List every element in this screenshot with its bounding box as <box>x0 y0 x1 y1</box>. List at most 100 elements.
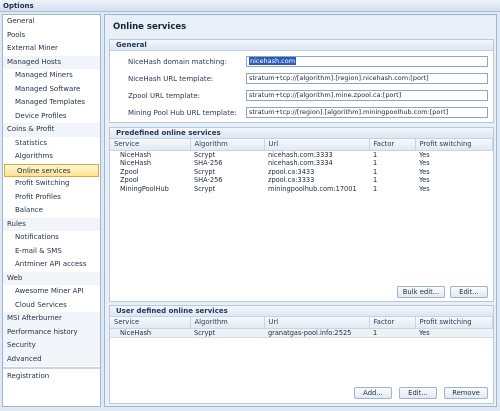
predefined-table-cell: 1 <box>373 176 378 185</box>
sidebar-item-algorithms[interactable]: Algorithms <box>3 150 100 164</box>
user-defined-column-header[interactable]: Profit switching <box>415 317 493 329</box>
predefined-table-cell: NiceHash <box>120 150 152 159</box>
predefined-column-header[interactable]: Factor <box>369 139 416 151</box>
sidebar-item-general[interactable]: General <box>3 15 100 29</box>
user-defined-section-header: User defined online services <box>110 306 493 317</box>
user-defined-table-cell: Yes <box>415 327 493 339</box>
predefined-table-cell: Zpool <box>120 167 139 176</box>
sidebar-item-device-profiles[interactable]: Device Profiles <box>3 110 100 124</box>
predefined-section: Predefined online services Service Algori… <box>109 127 494 302</box>
user-defined-table-cell: granatgas-pool.info:2525 <box>264 327 369 339</box>
sidebar-item-notifications[interactable]: Notifications <box>3 231 100 245</box>
sidebar-item-balance[interactable]: Balance <box>3 204 100 218</box>
predefined-table-cell: 1 <box>373 159 378 168</box>
nicehash-domain-value: nicehash.com <box>249 57 297 65</box>
sidebar-item-profit-profiles[interactable]: Profit Profiles <box>3 191 100 205</box>
predefined-table-cell: Yes <box>419 159 430 168</box>
user-defined-column-header[interactable]: Url <box>264 317 370 329</box>
add-button[interactable]: Add... <box>354 387 392 399</box>
user-defined-table-cell: Scrypt <box>190 327 264 339</box>
user-edit-button[interactable]: Edit... <box>399 387 437 399</box>
predefined-table-row[interactable]: MiningPoolHub Scrypt miningpoolhub.com:170… <box>110 185 493 194</box>
predefined-table-cell: Zpool <box>120 176 139 185</box>
predefined-table-cell: zpool.ca:3433 <box>268 167 315 176</box>
user-defined-table-cell: NiceHash <box>110 327 190 339</box>
sidebar-item-profit-switching[interactable]: Profit Switching <box>3 177 100 191</box>
predefined-services-table: Service Algorithm Url Factor Profit switchin… <box>110 139 493 193</box>
predefined-table-cell: Yes <box>419 167 430 176</box>
user-defined-column-header[interactable]: Service <box>110 317 191 329</box>
zpool-url-input[interactable]: stratum+tcp://[algorithm].mine.zpool.ca:… <box>246 90 488 101</box>
predefined-table-cell: Yes <box>419 150 430 159</box>
sidebar-item-managed-software[interactable]: Managed Software <box>3 83 100 97</box>
sidebar-item-e-mail-sms[interactable]: E-mail & SMS <box>3 245 100 259</box>
predefined-table-cell: nicehash.com:3333 <box>268 150 333 159</box>
sidebar-item-antminer-api-access[interactable]: Antminer API access <box>3 258 100 272</box>
sidebar-item-managed-hosts[interactable]: Managed Hosts <box>3 55 100 69</box>
predefined-column-header[interactable]: Service <box>110 139 191 151</box>
user-defined-table-row[interactable]: NiceHash Scrypt granatgas-pool.info:2525 1 Y… <box>110 327 493 339</box>
sidebar-item-security[interactable]: Security <box>3 339 100 353</box>
user-defined-column-header[interactable]: Algorithm <box>190 317 265 329</box>
predefined-table-cell: SHA-256 <box>194 159 223 168</box>
predefined-table-cell: Scrypt <box>194 167 216 176</box>
sidebar-item-pools[interactable]: Pools <box>3 29 100 43</box>
predefined-table-cell: Yes <box>419 176 430 185</box>
predefined-table-cell: Scrypt <box>194 184 216 193</box>
bulk-edit-button[interactable]: Bulk edit... <box>397 286 445 298</box>
miningpoolhub-url-input[interactable]: stratum+tcp://[region].[algorithm].minin… <box>246 107 488 118</box>
zpool-url-label: Zpool URL template: <box>128 92 201 100</box>
sidebar-separator <box>3 367 100 369</box>
predefined-table-cell: Yes <box>419 184 430 193</box>
nicehash-url-label: NiceHash URL template: <box>128 75 214 83</box>
nicehash-url-row: NiceHash URL template: stratum+tcp://[al… <box>110 73 495 85</box>
predefined-column-header[interactable]: Profit switching <box>415 139 493 151</box>
predefined-table-row[interactable]: Zpool SHA-256 zpool.ca:3333 1 Yes <box>110 176 493 185</box>
general-section-header: General <box>110 40 493 51</box>
sidebar-item-statistics[interactable]: Statistics <box>3 137 100 151</box>
main-content: Online services General NiceHash domain … <box>104 14 497 407</box>
miningpoolhub-url-label: Mining Pool Hub URL template: <box>128 109 237 117</box>
predefined-table-cell: MiningPoolHub <box>120 184 169 193</box>
predefined-table-cell: miningpoolhub.com:17001 <box>268 184 357 193</box>
window-title: Options <box>0 0 500 12</box>
predefined-table-row[interactable]: NiceHash SHA-256 nicehash.com:3334 1 Yes <box>110 159 493 168</box>
predefined-table-cell: 1 <box>373 167 378 176</box>
sidebar-item-msi-afterburner[interactable]: MSI Afterburner <box>3 312 100 326</box>
sidebar-item-advanced[interactable]: Advanced <box>3 352 100 366</box>
zpool-url-row: Zpool URL template: stratum+tcp://[algor… <box>110 90 495 102</box>
predefined-table-cell: SHA-256 <box>194 176 223 185</box>
sidebar-item-registration[interactable]: Registration <box>3 370 100 384</box>
remove-button[interactable]: Remove <box>444 387 488 399</box>
sidebar-item-performance-history[interactable]: Performance history <box>3 325 100 339</box>
predefined-table-cell: nicehash.com:3334 <box>268 159 333 168</box>
sidebar-item-rules[interactable]: Rules <box>3 217 100 231</box>
predefined-table-cell: zpool.ca:3333 <box>268 176 315 185</box>
sidebar-item-managed-miners[interactable]: Managed Miners <box>3 69 100 83</box>
predefined-section-header: Predefined online services <box>110 128 493 139</box>
predefined-table-row[interactable]: NiceHash Scrypt nicehash.com:3333 1 Yes <box>110 150 493 159</box>
user-defined-column-header[interactable]: Factor <box>369 317 416 329</box>
predefined-table-cell: NiceHash <box>120 159 152 168</box>
predefined-column-header[interactable]: Algorithm <box>190 139 265 151</box>
general-section: General NiceHash domain matching: niceha… <box>109 39 494 123</box>
nicehash-domain-row: NiceHash domain matching: nicehash.com <box>110 56 495 68</box>
predefined-table-cell: Scrypt <box>194 150 216 159</box>
sidebar-item-coins-profit[interactable]: Coins & Profit <box>3 123 100 137</box>
predefined-table-row[interactable]: Zpool Scrypt zpool.ca:3433 1 Yes <box>110 168 493 177</box>
predefined-edit-button[interactable]: Edit... <box>450 286 488 298</box>
predefined-table-cell: 1 <box>373 150 378 159</box>
options-sidebar: General Pools External Miner Managed Hosts M… <box>2 14 101 407</box>
user-defined-table-cell: 1 <box>369 327 415 339</box>
predefined-column-header[interactable]: Url <box>264 139 370 151</box>
sidebar-item-managed-templates[interactable]: Managed Templates <box>3 96 100 110</box>
sidebar-item-web[interactable]: Web <box>3 271 100 285</box>
page-title: Online services <box>113 22 187 32</box>
sidebar-item-external-miner[interactable]: External Miner <box>3 42 100 56</box>
nicehash-domain-input[interactable]: nicehash.com <box>246 56 488 67</box>
sidebar-item-awesome-miner-api[interactable]: Awesome Miner API <box>3 285 100 299</box>
user-defined-services-table: Service Algorithm Url Factor Profit switchin… <box>110 317 493 339</box>
sidebar-item-online-services[interactable]: Online services <box>4 163 99 177</box>
nicehash-url-input[interactable]: stratum+tcp://[algorithm].[region].niceh… <box>246 73 488 84</box>
sidebar-item-cloud-services[interactable]: Cloud Services <box>3 299 100 313</box>
